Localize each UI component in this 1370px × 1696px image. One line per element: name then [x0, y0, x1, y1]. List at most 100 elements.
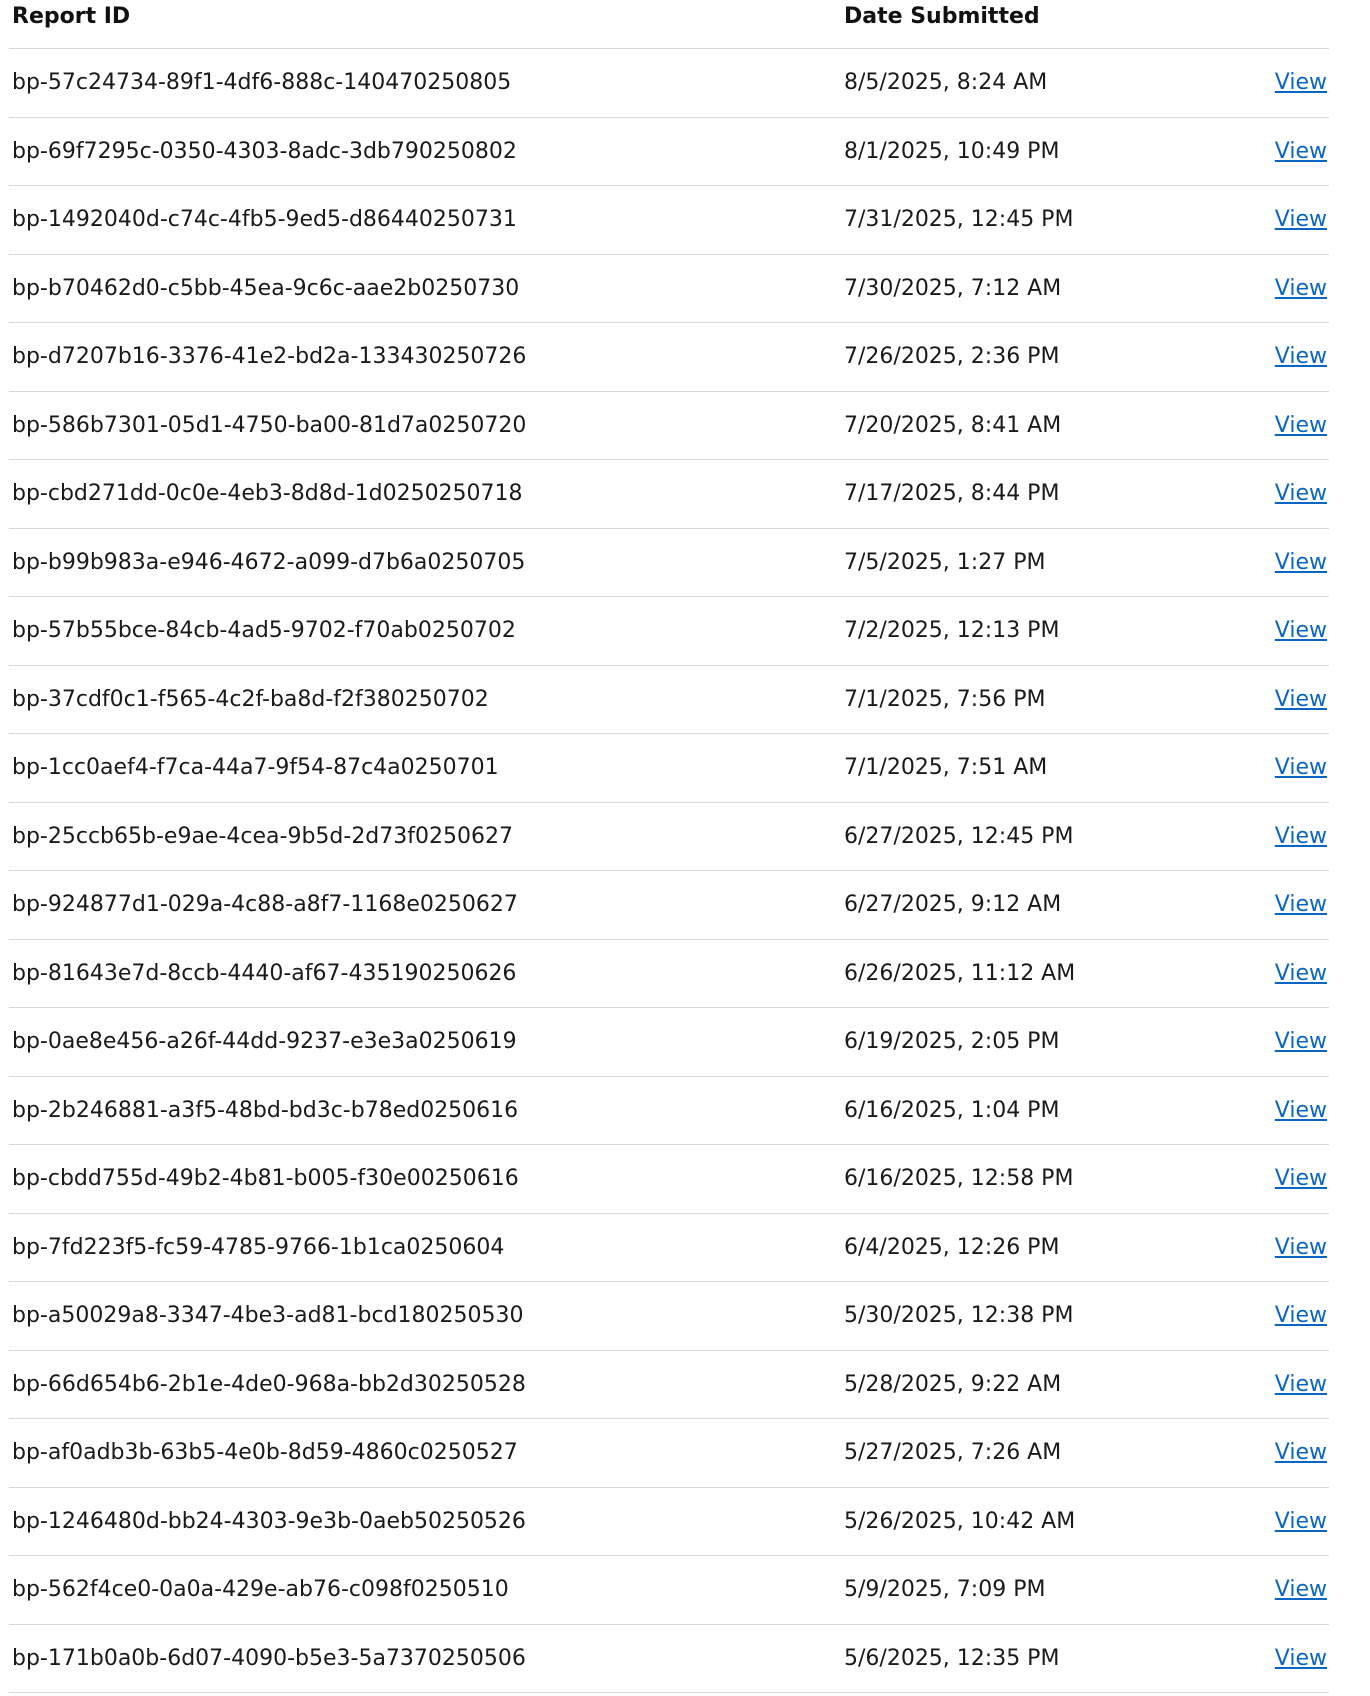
action-cell: View	[1251, 596, 1329, 666]
action-cell: View	[1251, 1007, 1329, 1077]
action-cell: View	[1251, 870, 1329, 940]
action-cell: View	[1251, 939, 1329, 1008]
action-cell: View	[1251, 391, 1329, 460]
date-submitted-cell: 6/26/2025, 11:12 AM	[841, 939, 1251, 1008]
report-id-cell: bp-37cdf0c1-f565-4c2f-ba8d-f2f380250702	[9, 665, 841, 734]
date-submitted-cell: 7/17/2025, 8:44 PM	[841, 459, 1251, 529]
action-cell: View	[1251, 1418, 1329, 1488]
view-report-link[interactable]: View	[1275, 1098, 1327, 1123]
table-row: bp-af0adb3b-63b5-4e0b-8d59-4860c0250527 5…	[9, 1418, 1329, 1488]
date-submitted-cell: 7/5/2025, 1:27 PM	[841, 528, 1251, 597]
date-submitted-cell: 5/26/2025, 10:42 AM	[841, 1487, 1251, 1556]
date-submitted-cell: 6/27/2025, 12:45 PM	[841, 802, 1251, 871]
table-row: bp-cbdd755d-49b2-4b81-b005-f30e00250616 6…	[9, 1144, 1329, 1214]
date-submitted-cell: 6/16/2025, 1:04 PM	[841, 1076, 1251, 1145]
view-report-link[interactable]: View	[1275, 70, 1327, 95]
table-row: bp-b99b983a-e946-4672-a099-d7b6a0250705 7…	[9, 528, 1329, 597]
table-row: bp-7fd223f5-fc59-4785-9766-1b1ca0250604 6…	[9, 1213, 1329, 1282]
date-submitted-cell: 8/1/2025, 10:49 PM	[841, 117, 1251, 186]
action-cell: View	[1251, 1350, 1329, 1419]
view-report-link[interactable]: View	[1275, 413, 1327, 438]
action-cell: View	[1251, 322, 1329, 392]
action-cell: View	[1251, 1487, 1329, 1556]
view-report-link[interactable]: View	[1275, 344, 1327, 369]
table-row: bp-57c24734-89f1-4df6-888c-140470250805 8…	[9, 48, 1329, 118]
date-submitted-cell: 7/30/2025, 7:12 AM	[841, 254, 1251, 323]
action-cell: View	[1251, 1555, 1329, 1625]
view-report-link[interactable]: View	[1275, 1577, 1327, 1602]
report-id-cell: bp-af0adb3b-63b5-4e0b-8d59-4860c0250527	[9, 1418, 841, 1488]
report-id-cell: bp-cbdd755d-49b2-4b81-b005-f30e00250616	[9, 1144, 841, 1214]
column-header-date-submitted: Date Submitted	[841, 0, 1251, 49]
view-report-link[interactable]: View	[1275, 1440, 1327, 1465]
view-report-link[interactable]: View	[1275, 1235, 1327, 1260]
table-row: bp-81643e7d-8ccb-4440-af67-435190250626 6…	[9, 939, 1329, 1008]
date-submitted-cell: 6/4/2025, 12:26 PM	[841, 1213, 1251, 1282]
action-cell: View	[1251, 459, 1329, 529]
action-cell: View	[1251, 117, 1329, 186]
report-id-cell: bp-0ae8e456-a26f-44dd-9237-e3e3a0250619	[9, 1007, 841, 1077]
date-submitted-cell: 6/19/2025, 2:05 PM	[841, 1007, 1251, 1077]
report-id-cell: bp-69f7295c-0350-4303-8adc-3db790250802	[9, 117, 841, 186]
table-row: bp-0ae8e456-a26f-44dd-9237-e3e3a0250619 6…	[9, 1007, 1329, 1077]
view-report-link[interactable]: View	[1275, 618, 1327, 643]
table-row: bp-171b0a0b-6d07-4090-b5e3-5a7370250506 5…	[9, 1624, 1329, 1693]
date-submitted-cell: 7/1/2025, 7:51 AM	[841, 733, 1251, 803]
view-report-link[interactable]: View	[1275, 824, 1327, 849]
date-submitted-cell: 7/20/2025, 8:41 AM	[841, 391, 1251, 460]
report-id-cell: bp-a50029a8-3347-4be3-ad81-bcd180250530	[9, 1281, 841, 1351]
view-report-link[interactable]: View	[1275, 481, 1327, 506]
reports-table: Report ID Date Submitted bp-57c24734-89f…	[9, 0, 1329, 1693]
report-id-cell: bp-2b246881-a3f5-48bd-bd3c-b78ed0250616	[9, 1076, 841, 1145]
report-rows: bp-57c24734-89f1-4df6-888c-140470250805 8…	[9, 48, 1329, 1693]
action-cell: View	[1251, 1624, 1329, 1693]
action-cell: View	[1251, 48, 1329, 118]
table-header-row: Report ID Date Submitted	[9, 0, 1329, 49]
view-report-link[interactable]: View	[1275, 139, 1327, 164]
date-submitted-cell: 5/28/2025, 9:22 AM	[841, 1350, 1251, 1419]
table-row: bp-b70462d0-c5bb-45ea-9c6c-aae2b0250730 7…	[9, 254, 1329, 323]
action-cell: View	[1251, 1144, 1329, 1214]
report-id-cell: bp-562f4ce0-0a0a-429e-ab76-c098f0250510	[9, 1555, 841, 1625]
view-report-link[interactable]: View	[1275, 687, 1327, 712]
report-id-cell: bp-1492040d-c74c-4fb5-9ed5-d86440250731	[9, 185, 841, 255]
view-report-link[interactable]: View	[1275, 1029, 1327, 1054]
action-cell: View	[1251, 1076, 1329, 1145]
table-row: bp-69f7295c-0350-4303-8adc-3db790250802 8…	[9, 117, 1329, 186]
report-id-cell: bp-d7207b16-3376-41e2-bd2a-133430250726	[9, 322, 841, 392]
date-submitted-cell: 5/27/2025, 7:26 AM	[841, 1418, 1251, 1488]
report-id-cell: bp-7fd223f5-fc59-4785-9766-1b1ca0250604	[9, 1213, 841, 1282]
view-report-link[interactable]: View	[1275, 1372, 1327, 1397]
view-report-link[interactable]: View	[1275, 1646, 1327, 1671]
view-report-link[interactable]: View	[1275, 276, 1327, 301]
table-row: bp-1492040d-c74c-4fb5-9ed5-d86440250731 7…	[9, 185, 1329, 255]
table-row: bp-cbd271dd-0c0e-4eb3-8d8d-1d0250250718 7…	[9, 459, 1329, 529]
view-report-link[interactable]: View	[1275, 207, 1327, 232]
report-id-cell: bp-b99b983a-e946-4672-a099-d7b6a0250705	[9, 528, 841, 597]
table-row: bp-a50029a8-3347-4be3-ad81-bcd180250530 5…	[9, 1281, 1329, 1351]
view-report-link[interactable]: View	[1275, 550, 1327, 575]
report-id-cell: bp-66d654b6-2b1e-4de0-968a-bb2d30250528	[9, 1350, 841, 1419]
report-id-cell: bp-1cc0aef4-f7ca-44a7-9f54-87c4a0250701	[9, 733, 841, 803]
report-id-cell: bp-57b55bce-84cb-4ad5-9702-f70ab0250702	[9, 596, 841, 666]
action-cell: View	[1251, 802, 1329, 871]
date-submitted-cell: 7/31/2025, 12:45 PM	[841, 185, 1251, 255]
report-id-cell: bp-cbd271dd-0c0e-4eb3-8d8d-1d0250250718	[9, 459, 841, 529]
view-report-link[interactable]: View	[1275, 892, 1327, 917]
view-report-link[interactable]: View	[1275, 755, 1327, 780]
view-report-link[interactable]: View	[1275, 1509, 1327, 1534]
date-submitted-cell: 6/27/2025, 9:12 AM	[841, 870, 1251, 940]
view-report-link[interactable]: View	[1275, 1303, 1327, 1328]
table-row: bp-2b246881-a3f5-48bd-bd3c-b78ed0250616 6…	[9, 1076, 1329, 1145]
view-report-link[interactable]: View	[1275, 1166, 1327, 1191]
date-submitted-cell: 5/30/2025, 12:38 PM	[841, 1281, 1251, 1351]
table-row: bp-d7207b16-3376-41e2-bd2a-133430250726 7…	[9, 322, 1329, 392]
report-id-cell: bp-57c24734-89f1-4df6-888c-140470250805	[9, 48, 841, 118]
action-cell: View	[1251, 665, 1329, 734]
date-submitted-cell: 7/26/2025, 2:36 PM	[841, 322, 1251, 392]
column-header-action	[1251, 0, 1329, 49]
report-id-cell: bp-25ccb65b-e9ae-4cea-9b5d-2d73f0250627	[9, 802, 841, 871]
table-row: bp-1cc0aef4-f7ca-44a7-9f54-87c4a0250701 7…	[9, 733, 1329, 803]
view-report-link[interactable]: View	[1275, 961, 1327, 986]
date-submitted-cell: 6/16/2025, 12:58 PM	[841, 1144, 1251, 1214]
